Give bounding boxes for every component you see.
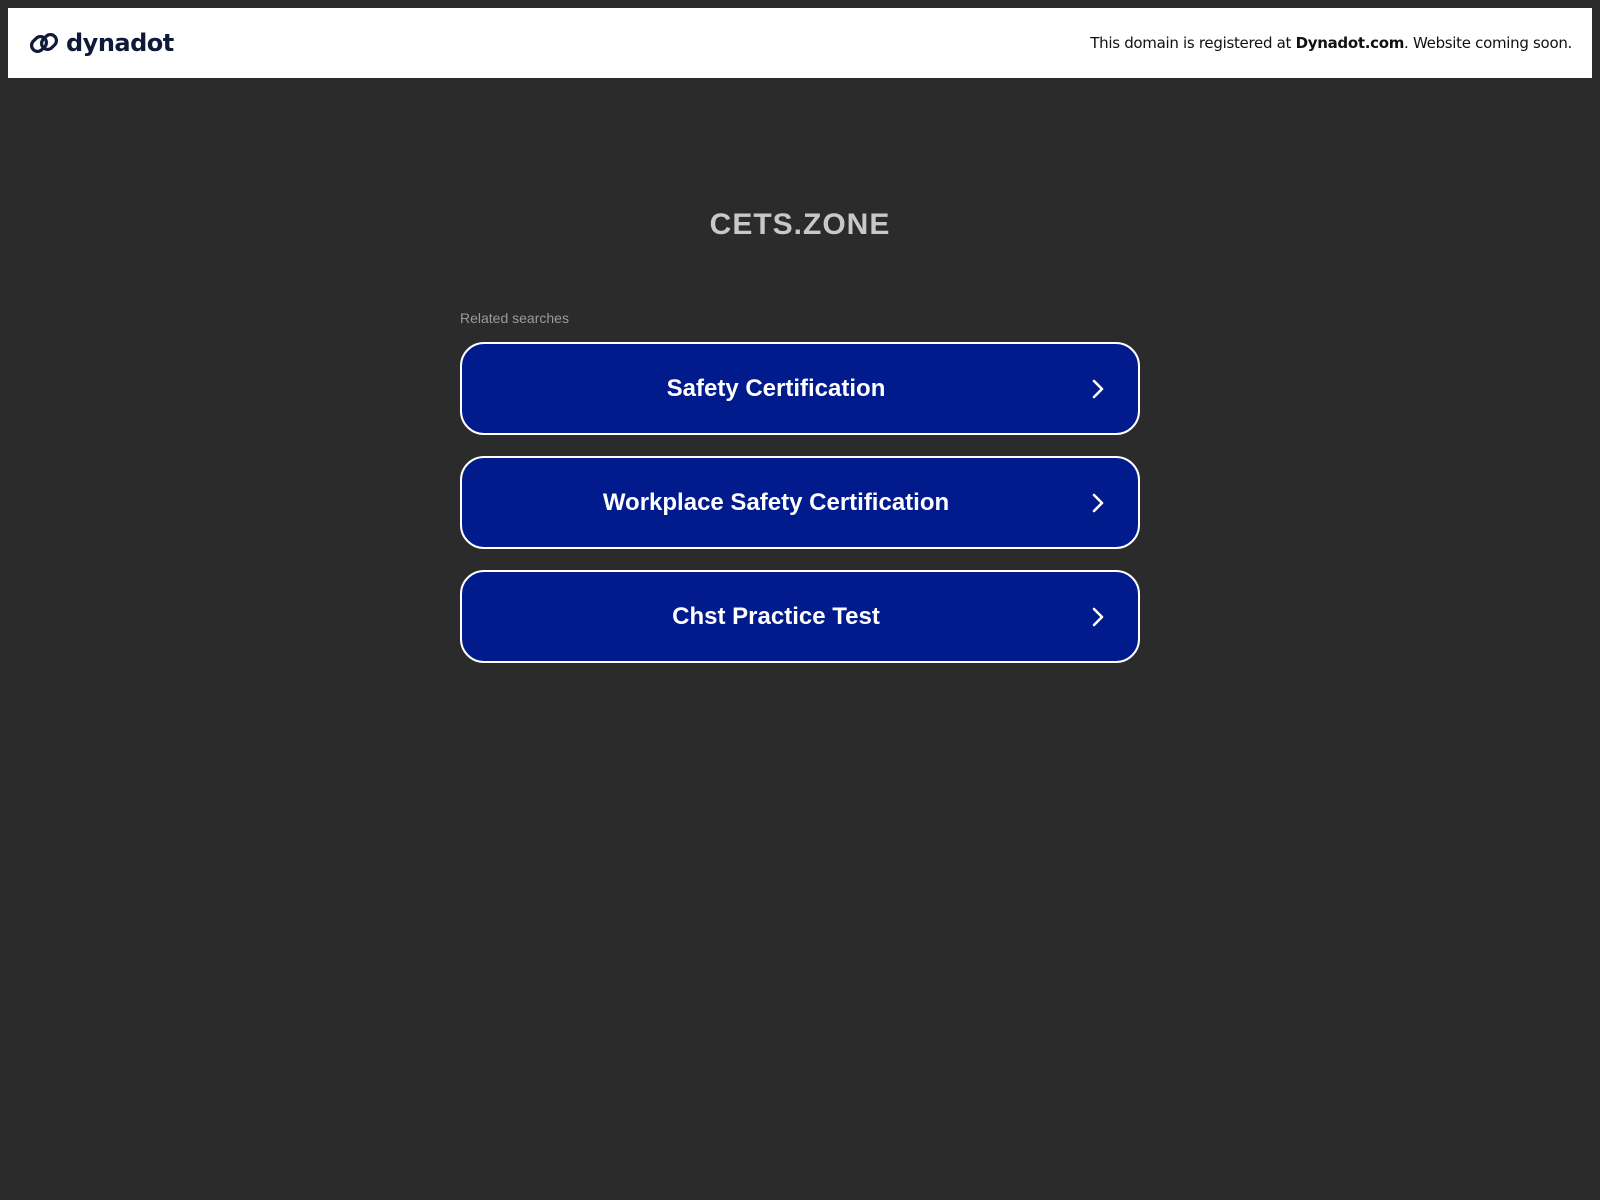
- search-link-label: Chst Practice Test: [672, 602, 880, 630]
- top-bar: dynadot This domain is registered at Dyn…: [8, 8, 1592, 78]
- notice-prefix: This domain is registered at: [1090, 34, 1296, 52]
- chevron-right-icon: [1086, 491, 1110, 515]
- brand-logo[interactable]: dynadot: [28, 27, 174, 59]
- related-searches: Related searches Safety Certification Wo…: [460, 310, 1140, 684]
- notice-suffix: . Website coming soon.: [1404, 34, 1572, 52]
- domain-title: CETS.ZONE: [709, 208, 891, 241]
- link-logo-icon: [28, 27, 60, 59]
- chevron-right-icon: [1086, 377, 1110, 401]
- related-searches-label: Related searches: [460, 310, 569, 326]
- registration-notice: This domain is registered at Dynadot.com…: [1090, 34, 1572, 52]
- dynadot-link[interactable]: Dynadot.com: [1296, 34, 1405, 52]
- search-link-label: Workplace Safety Certification: [602, 488, 950, 516]
- search-link-label: Safety Certification: [666, 374, 886, 402]
- search-link-workplace-safety-certification[interactable]: Workplace Safety Certification: [460, 456, 1140, 549]
- chevron-right-icon: [1086, 605, 1110, 629]
- brand-name: dynadot: [66, 29, 174, 57]
- search-link-chst-practice-test[interactable]: Chst Practice Test: [460, 570, 1140, 663]
- search-link-safety-certification[interactable]: Safety Certification: [460, 342, 1140, 435]
- page: dynadot This domain is registered at Dyn…: [0, 0, 1600, 1200]
